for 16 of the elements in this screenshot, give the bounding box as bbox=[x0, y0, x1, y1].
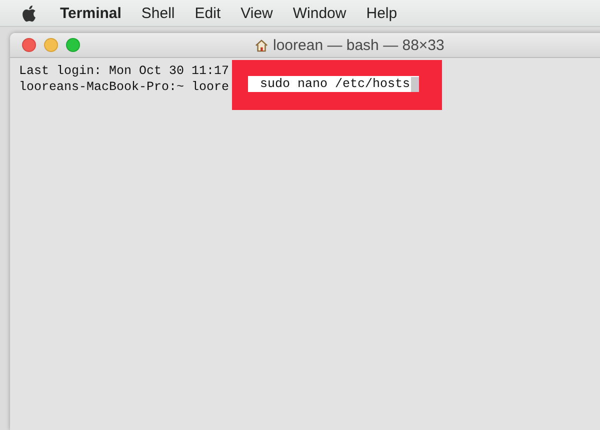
minimize-button[interactable] bbox=[44, 38, 58, 52]
window-title: loorean — bash — 88×33 bbox=[273, 36, 444, 54]
text-cursor bbox=[411, 76, 420, 92]
menu-item[interactable]: Edit bbox=[194, 4, 221, 22]
apple-icon[interactable] bbox=[22, 4, 36, 22]
close-button[interactable] bbox=[22, 38, 36, 52]
menu-item[interactable]: Terminal bbox=[60, 4, 122, 22]
menu-item[interactable]: Help bbox=[366, 4, 398, 22]
menu-item[interactable]: Window bbox=[292, 4, 346, 22]
house-icon bbox=[255, 38, 268, 52]
menu-item[interactable]: Shell bbox=[141, 4, 175, 22]
menu-item[interactable]: View bbox=[240, 4, 273, 22]
terminal-line: Last login: Mon Oct 30 11:17 bbox=[19, 63, 230, 79]
zoom-button[interactable] bbox=[66, 38, 80, 52]
terminal-line: looreans-MacBook-Pro:~ loore bbox=[19, 79, 230, 95]
command-text: sudo nano /etc/hosts bbox=[248, 76, 420, 92]
